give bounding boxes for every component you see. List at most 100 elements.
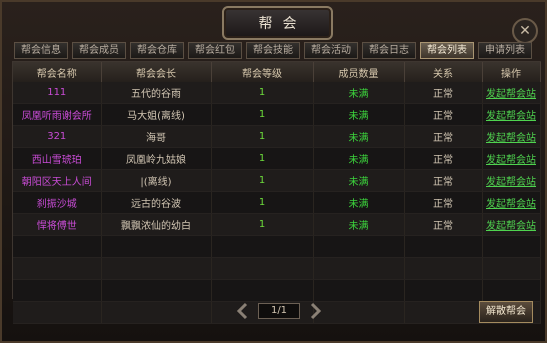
declare-war-link[interactable]: 发起帮会站	[486, 133, 536, 144]
table-row[interactable]: 111 五代的谷雨 1 未满 正常 发起帮会站	[13, 82, 541, 104]
header-relation[interactable]: 关系	[404, 62, 483, 82]
table-cell: 五代的谷雨	[101, 82, 212, 104]
guild-name-cell: 西山雪琥珀	[31, 155, 82, 166]
guild-relation-cell: 正常	[433, 155, 453, 166]
disband-guild-button[interactable]: 解散帮会	[479, 301, 533, 323]
table-cell: 凤凰听雨谢会所	[13, 103, 102, 126]
window-title: 帮会	[222, 6, 333, 40]
table-cell: 发起帮会站	[482, 191, 541, 214]
tab-6[interactable]: 帮会日志	[362, 42, 416, 59]
table-cell: 正常	[404, 125, 483, 148]
table-cell	[482, 235, 541, 258]
header-name[interactable]: 帮会名称	[13, 62, 102, 82]
guild-members-cell: 未满	[348, 199, 369, 210]
tab-bar: 帮会信息 帮会成员 帮会仓库 帮会红包 帮会技能 帮会活动 帮会日志 帮会列表 申请列表	[14, 42, 532, 60]
guild-level-cell: 1	[258, 219, 266, 230]
guild-name-cell: 111	[47, 87, 67, 98]
table-cell: 飘飘浓仙的幼白	[101, 213, 212, 236]
tab-8[interactable]: 申请列表	[478, 42, 532, 59]
table-row[interactable]: 凤凰听雨谢会所 马大姐(离线) 1 未满 正常 发起帮会站	[13, 103, 541, 126]
table-cell: 发起帮会站	[482, 213, 541, 236]
header-members[interactable]: 成员数量	[313, 62, 405, 82]
table-cell: 发起帮会站	[482, 82, 541, 104]
table-cell	[313, 235, 405, 258]
table-cell: 刹振沙城	[13, 191, 102, 214]
table-cell: 1	[211, 213, 314, 236]
declare-war-link[interactable]: 发起帮会站	[486, 177, 536, 188]
guild-name-cell: 凤凰听雨谢会所	[21, 111, 92, 122]
table-cell: 正常	[404, 191, 483, 214]
table-cell: 朝阳区天上人间	[13, 169, 102, 192]
table-cell: 凤凰岭九姑娘	[101, 147, 212, 170]
guild-leader-cell: 凤凰岭九姑娘	[126, 155, 186, 166]
declare-war-link[interactable]: 发起帮会站	[486, 221, 536, 232]
declare-war-link[interactable]: 发起帮会站	[486, 111, 536, 122]
guild-relation-cell: 正常	[433, 111, 453, 122]
tab-7[interactable]: 帮会列表	[420, 42, 474, 59]
table-row[interactable]: 悍将傅世 飘飘浓仙的幼白 1 未满 正常 发起帮会站	[13, 213, 541, 236]
table-cell	[13, 257, 102, 280]
guild-members-cell: 未满	[348, 155, 369, 166]
table-row[interactable]: 朝阳区天上人间 |(离线) 1 未满 正常 发起帮会站	[13, 169, 541, 192]
table-cell	[313, 279, 405, 302]
header-level[interactable]: 帮会等级	[211, 62, 314, 82]
table-cell: 发起帮会站	[482, 169, 541, 192]
table-cell: 未满	[313, 125, 405, 148]
table-cell: 发起帮会站	[482, 147, 541, 170]
guild-relation-cell: 正常	[433, 199, 453, 210]
declare-war-link[interactable]: 发起帮会站	[486, 155, 536, 166]
guild-members-cell: 未满	[348, 221, 369, 232]
tab-4[interactable]: 帮会技能	[246, 42, 300, 59]
close-button[interactable]: ✕	[512, 18, 538, 44]
table-cell: 西山雪琥珀	[13, 147, 102, 170]
table-cell	[13, 235, 102, 258]
table-cell	[211, 235, 314, 258]
table-cell	[404, 301, 483, 324]
tab-0[interactable]: 帮会信息	[14, 42, 68, 59]
table-cell: 正常	[404, 82, 483, 104]
table-cell	[404, 279, 483, 302]
tab-1[interactable]: 帮会成员	[72, 42, 126, 59]
tab-5[interactable]: 帮会活动	[304, 42, 358, 59]
table-row[interactable]: 西山雪琥珀 凤凰岭九姑娘 1 未满 正常 发起帮会站	[13, 147, 541, 170]
table-cell: 111	[13, 82, 102, 104]
table-cell: 未满	[313, 169, 405, 192]
table-cell	[482, 257, 541, 280]
table-row[interactable]: 321 海哥 1 未满 正常 发起帮会站	[13, 125, 541, 148]
table-cell: 正常	[404, 213, 483, 236]
guild-relation-cell: 正常	[433, 177, 453, 188]
table-cell	[101, 235, 212, 258]
table-cell: 1	[211, 82, 314, 104]
table-cell	[211, 279, 314, 302]
guild-window: 帮会 ✕ 帮会信息 帮会成员 帮会仓库 帮会红包 帮会技能 帮会活动 帮会日志 帮会列表 申请列…	[0, 0, 547, 343]
table-cell	[482, 279, 541, 302]
table-cell: 正常	[404, 147, 483, 170]
header-leader[interactable]: 帮会会长	[101, 62, 212, 82]
table-cell	[101, 301, 212, 324]
table-cell: 1	[211, 125, 314, 148]
pager: 1/1	[236, 302, 322, 320]
table-cell: 1	[211, 169, 314, 192]
declare-war-link[interactable]: 发起帮会站	[486, 199, 536, 210]
guild-list-table: 帮会名称 帮会会长 帮会等级 成员数量 关系 操作 111 五代的谷雨 1 未满 正常发…	[12, 61, 541, 324]
guild-leader-cell: 五代的谷雨	[131, 89, 181, 100]
guild-level-cell: 1	[258, 153, 266, 164]
table-cell	[404, 257, 483, 280]
prev-page-icon[interactable]	[236, 302, 250, 320]
declare-war-link[interactable]: 发起帮会站	[486, 89, 536, 100]
table-cell: 正常	[404, 169, 483, 192]
guild-relation-cell: 正常	[433, 133, 453, 144]
table-cell	[211, 257, 314, 280]
guild-level-cell: 1	[258, 87, 266, 98]
table-row[interactable]: 刹振沙城 远古的谷波 1 未满 正常 发起帮会站	[13, 191, 541, 214]
tab-2[interactable]: 帮会仓库	[130, 42, 184, 59]
next-page-icon[interactable]	[308, 302, 322, 320]
guild-members-cell: 未满	[348, 133, 369, 144]
table-cell: 1	[211, 191, 314, 214]
guild-members-cell: 未满	[348, 177, 369, 188]
table-cell: 发起帮会站	[482, 125, 541, 148]
guild-members-cell: 未满	[348, 111, 369, 122]
table-cell: 未满	[313, 191, 405, 214]
guild-relation-cell: 正常	[433, 221, 453, 232]
tab-3[interactable]: 帮会红包	[188, 42, 242, 59]
